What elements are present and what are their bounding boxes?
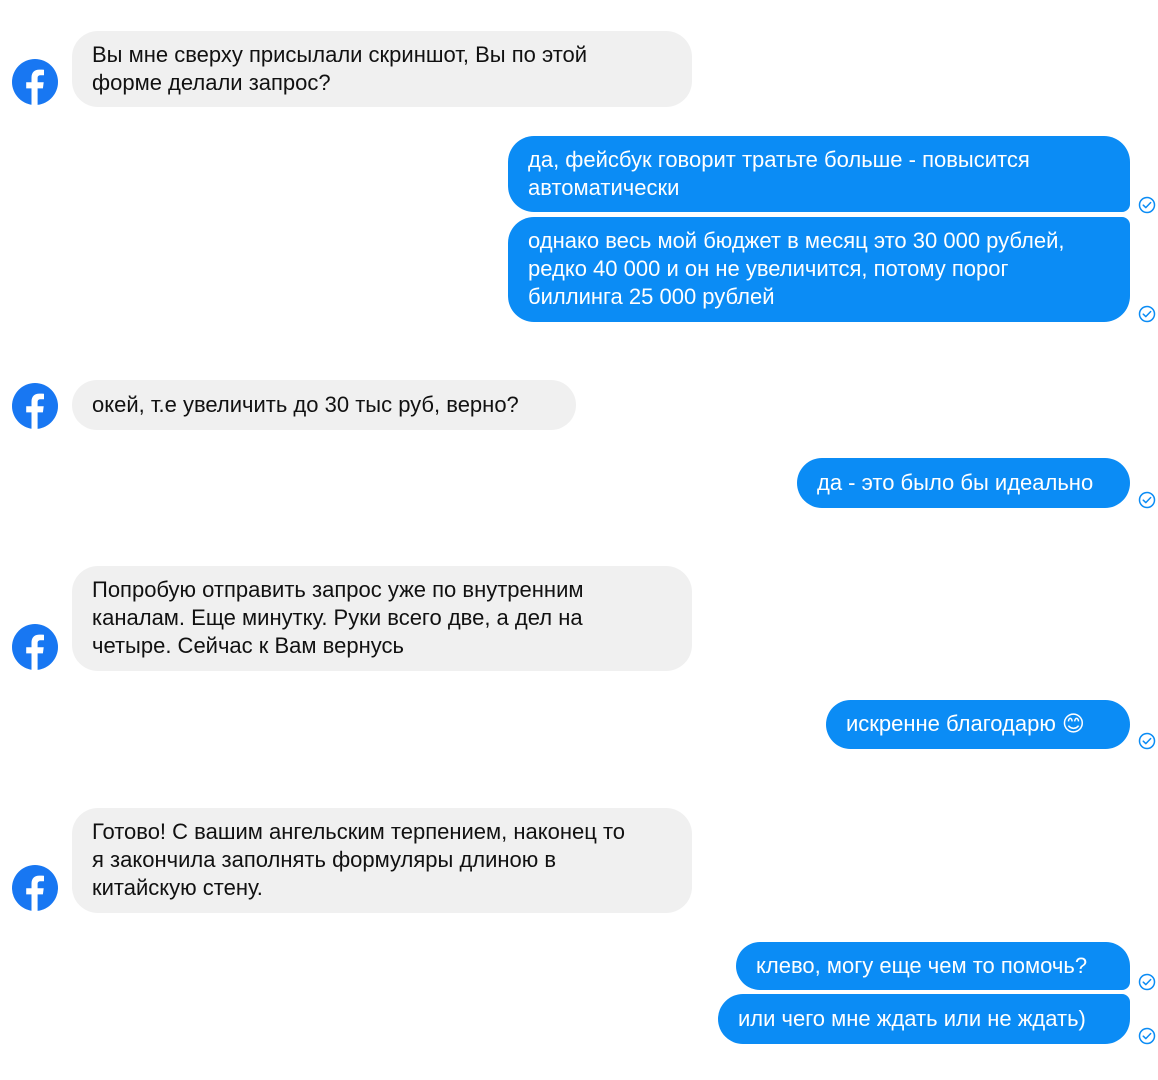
outgoing-message: да - это было бы идеально	[797, 458, 1130, 508]
check-circle-icon	[1138, 196, 1156, 214]
check-circle-icon	[1138, 491, 1156, 509]
facebook-logo-icon	[12, 624, 58, 670]
check-circle-icon	[1138, 973, 1156, 991]
outgoing-message: да, фейсбук говорит тратьте больше - пов…	[508, 136, 1130, 212]
incoming-message: Готово! С вашим ангельским терпением, на…	[72, 808, 692, 913]
facebook-logo-icon	[12, 865, 58, 911]
facebook-logo-icon	[12, 383, 58, 429]
outgoing-message: или чего мне ждать или не ждать)	[718, 994, 1130, 1044]
facebook-logo-icon	[12, 59, 58, 105]
incoming-message: окей, т.е увеличить до 30 тыс руб, верно…	[72, 380, 576, 430]
check-circle-icon	[1138, 732, 1156, 750]
incoming-message: Попробую отправить запрос уже по внутрен…	[72, 566, 692, 671]
incoming-message: Вы мне сверху присылали скриншот, Вы по …	[72, 31, 692, 107]
outgoing-message: искренне благодарю 😊	[826, 700, 1130, 749]
outgoing-message: однако весь мой бюджет в месяц это 30 00…	[508, 217, 1130, 322]
outgoing-message: клево, могу еще чем то помочь?	[736, 942, 1130, 990]
check-circle-icon	[1138, 305, 1156, 323]
check-circle-icon	[1138, 1027, 1156, 1045]
